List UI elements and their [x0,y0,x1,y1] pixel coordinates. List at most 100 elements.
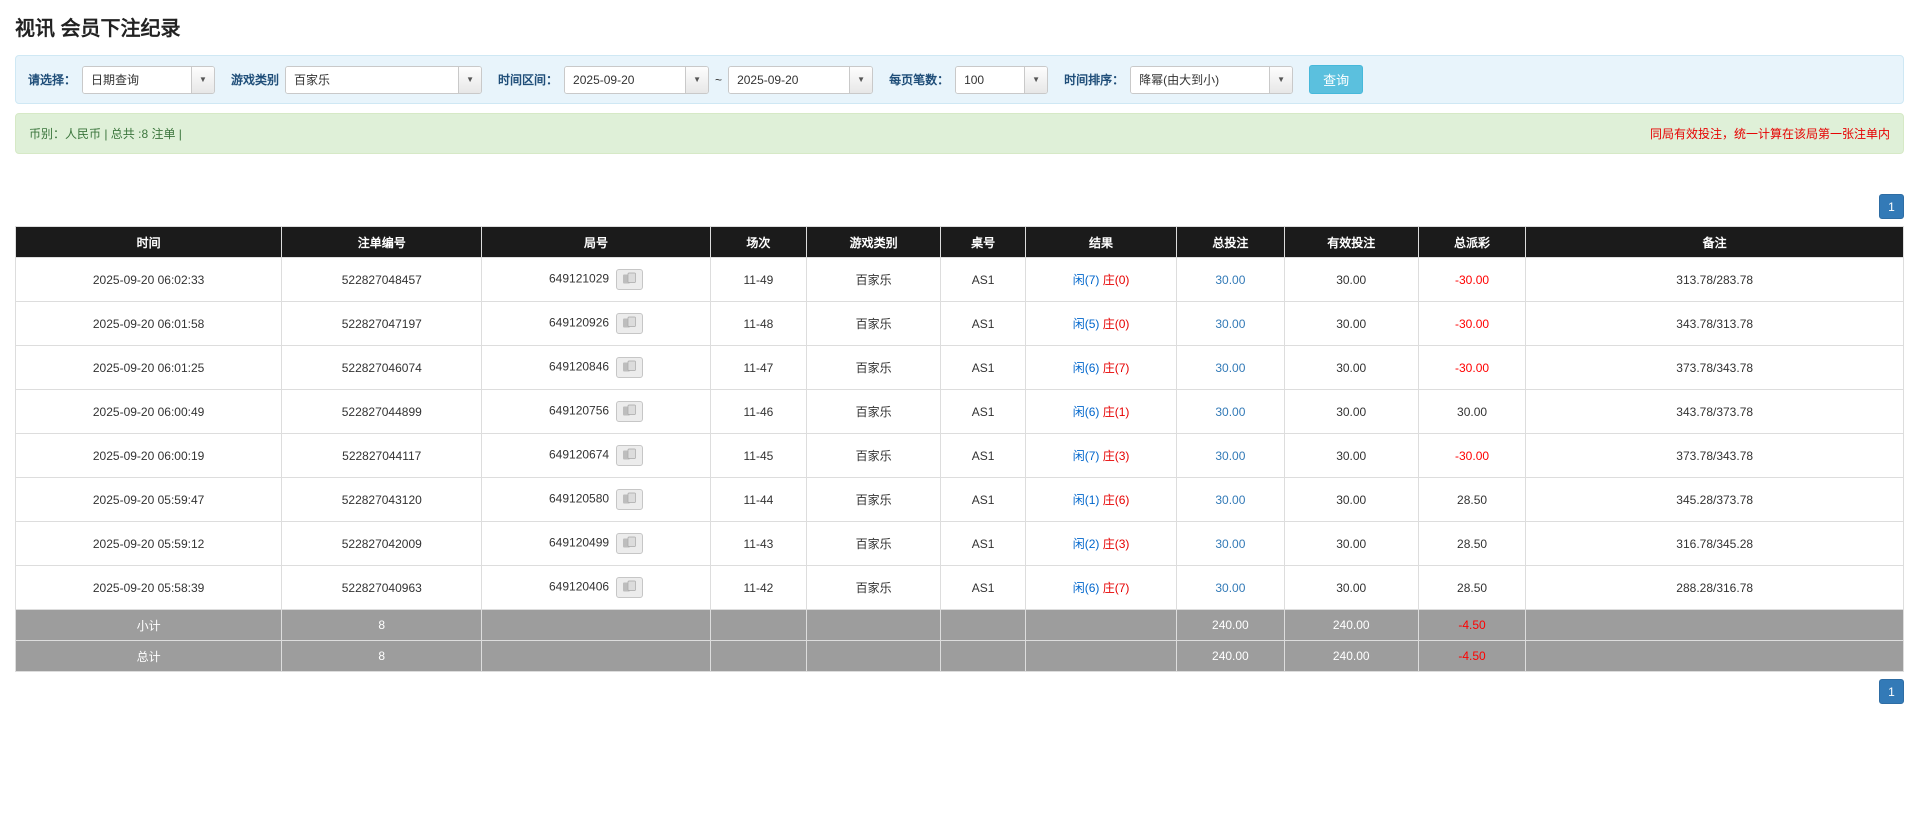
view-cards-button[interactable] [616,533,644,554]
subtotal-valid-bet: 240.00 [1283,609,1419,641]
cell-total-bet: 30.00 [1176,301,1285,346]
query-type-input[interactable] [83,66,192,93]
table-header-row: 时间 注单编号 局号 场次 游戏类别 桌号 结果 总投注 有效投注 总派彩 备注 [14,226,1904,258]
cell-time: 2025-09-20 06:00:19 [14,433,283,478]
cell-note: 373.78/343.78 [1525,345,1904,390]
header-valid-bet: 有效投注 [1283,226,1419,258]
cell-payout: -30.00 [1417,257,1527,302]
cell-session: 11-46 [709,389,808,434]
cell-game-type: 百家乐 [806,257,942,302]
query-type-combobox: ▼ [82,65,216,94]
cell-round-id: 649120580 [481,477,711,522]
filter-group-select: 请选择： ▼ [28,65,216,94]
view-cards-button[interactable] [616,401,644,422]
total-bet-link[interactable]: 30.00 [1215,449,1245,463]
cell-result: 闲(7) 庄(0) [1025,257,1178,302]
cell-payout: -30.00 [1417,345,1527,390]
cell-session: 11-45 [709,433,808,478]
cell-bet-id: 522827042009 [281,521,483,566]
round-id-value: 649120756 [549,403,610,418]
chevron-down-icon[interactable]: ▼ [1024,66,1048,93]
cell-note: 316.78/345.28 [1525,521,1904,566]
total-bet-link[interactable]: 30.00 [1215,581,1245,595]
cards-icon [622,536,637,552]
chevron-down-icon[interactable]: ▼ [191,66,215,93]
result-player: 闲(2) [1072,537,1100,551]
header-bet-id: 注单编号 [281,226,483,258]
total-bet-link[interactable]: 30.00 [1215,405,1245,419]
page-button-1[interactable]: 1 [1879,194,1904,219]
game-type-combobox: ▼ [285,65,483,94]
cell-table-no: AS1 [940,521,1027,566]
cell-table-no: AS1 [940,389,1027,434]
result-banker: 庄(0) [1102,317,1130,331]
search-button[interactable]: 查询 [1309,65,1364,94]
cell-game-type: 百家乐 [806,345,942,390]
currency-total-text: 币别：人民币 | 总共 :8 注单 | [29,127,182,141]
date-to-input[interactable] [729,66,850,93]
chevron-down-icon[interactable]: ▼ [458,66,482,93]
view-cards-button[interactable] [616,357,644,378]
result-player: 闲(6) [1072,405,1100,419]
header-round-id: 局号 [481,226,711,258]
cell-note: 345.28/373.78 [1525,477,1904,522]
total-bet-link[interactable]: 30.00 [1215,537,1245,551]
header-session: 场次 [709,226,808,258]
select-label: 请选择： [28,73,77,87]
table-row: 2025-09-20 05:59:12 522827042009 6491204… [14,521,1904,566]
cell-total-bet: 30.00 [1176,565,1285,610]
pagination-bottom: 1 [15,679,1904,704]
cell-table-no: AS1 [940,301,1027,346]
page-button-1-bottom[interactable]: 1 [1879,679,1904,704]
page-size-input[interactable] [956,66,1025,93]
subtotal-payout: -4.50 [1417,609,1527,641]
chevron-down-icon[interactable]: ▼ [685,66,709,93]
view-cards-button[interactable] [616,577,644,598]
cell-note: 343.78/373.78 [1525,389,1904,434]
result-banker: 庄(1) [1102,405,1130,419]
cell-note: 288.28/316.78 [1525,565,1904,610]
cell-table-no: AS1 [940,477,1027,522]
cell-table-no: AS1 [940,565,1027,610]
table-body: 2025-09-20 06:02:33 522827048457 6491210… [14,257,1904,610]
date-from-input[interactable] [565,66,686,93]
cell-table-no: AS1 [940,257,1027,302]
cards-icon [622,272,637,288]
game-type-input[interactable] [286,66,459,93]
cell-valid-bet: 30.00 [1283,433,1419,478]
cell-session: 11-48 [709,301,808,346]
table-row: 2025-09-20 05:58:39 522827040963 6491204… [14,565,1904,610]
cell-result: 闲(7) 庄(3) [1025,433,1178,478]
total-bet-link[interactable]: 30.00 [1215,361,1245,375]
cell-result: 闲(5) 庄(0) [1025,301,1178,346]
view-cards-button[interactable] [616,269,644,290]
chevron-down-icon[interactable]: ▼ [849,66,873,93]
cell-total-bet: 30.00 [1176,433,1285,478]
view-cards-button[interactable] [616,445,644,466]
view-cards-button[interactable] [616,489,644,510]
total-bet-link[interactable]: 30.00 [1215,493,1245,507]
total-bet-link[interactable]: 30.00 [1215,317,1245,331]
total-bet-link[interactable]: 30.00 [1215,273,1245,287]
sort-input[interactable] [1131,66,1270,93]
bets-table: 时间 注单编号 局号 场次 游戏类别 桌号 结果 总投注 有效投注 总派彩 备注… [14,226,1904,672]
cell-payout: 28.50 [1417,477,1527,522]
time-range-label: 时间区间： [498,73,559,87]
total-row: 总计 8 240.00 240.00 -4.50 [14,640,1904,672]
date-from-picker: ▼ [564,65,710,94]
cards-icon [622,360,637,376]
chevron-down-icon[interactable]: ▼ [1269,66,1293,93]
cell-round-id: 649120926 [481,301,711,346]
cell-note: 373.78/343.78 [1525,433,1904,478]
cell-table-no: AS1 [940,433,1027,478]
page-size-label: 每页笔数： [889,73,950,87]
view-cards-button[interactable] [616,313,644,334]
cards-icon [622,492,637,508]
cell-note: 313.78/283.78 [1525,257,1904,302]
cell-game-type: 百家乐 [806,565,942,610]
total-valid-bet: 240.00 [1283,640,1419,672]
cell-result: 闲(2) 庄(3) [1025,521,1178,566]
filter-group-page-size: 每页笔数： ▼ [889,65,1049,94]
subtotal-row: 小计 8 240.00 240.00 -4.50 [14,609,1904,641]
cell-time: 2025-09-20 06:01:58 [14,301,283,346]
